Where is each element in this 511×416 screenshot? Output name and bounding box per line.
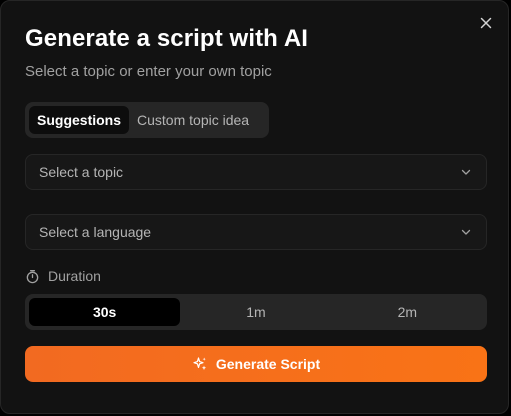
topic-select-placeholder: Select a topic — [39, 164, 124, 180]
topic-select[interactable]: Select a topic — [25, 154, 487, 190]
duration-option-30s[interactable]: 30s — [29, 298, 181, 326]
duration-selector: 30s 1m 2m — [25, 294, 487, 330]
close-icon[interactable] — [478, 15, 494, 31]
generate-script-button[interactable]: Generate Script — [25, 346, 487, 382]
generate-script-dialog: Generate a script with AI Select a topic… — [0, 0, 509, 414]
duration-label-text: Duration — [48, 268, 101, 284]
dialog-subtitle: Select a topic or enter your own topic — [25, 63, 272, 80]
language-select-placeholder: Select a language — [39, 224, 152, 240]
dialog-title: Generate a script with AI — [25, 25, 309, 52]
chevron-down-icon — [461, 229, 471, 235]
generate-script-label: Generate Script — [215, 356, 321, 372]
duration-label: Duration — [25, 268, 101, 284]
tab-custom-topic-idea[interactable]: Custom topic idea — [129, 106, 257, 134]
stopwatch-icon — [26, 269, 39, 283]
tab-suggestions[interactable]: Suggestions — [29, 106, 130, 134]
chevron-down-icon — [461, 169, 471, 175]
duration-option-1m[interactable]: 1m — [180, 298, 331, 326]
sparkles-icon — [193, 357, 207, 371]
topic-mode-tabs: Suggestions Custom topic idea — [25, 102, 269, 138]
language-select[interactable]: Select a language — [25, 214, 487, 250]
duration-option-2m[interactable]: 2m — [332, 298, 483, 326]
